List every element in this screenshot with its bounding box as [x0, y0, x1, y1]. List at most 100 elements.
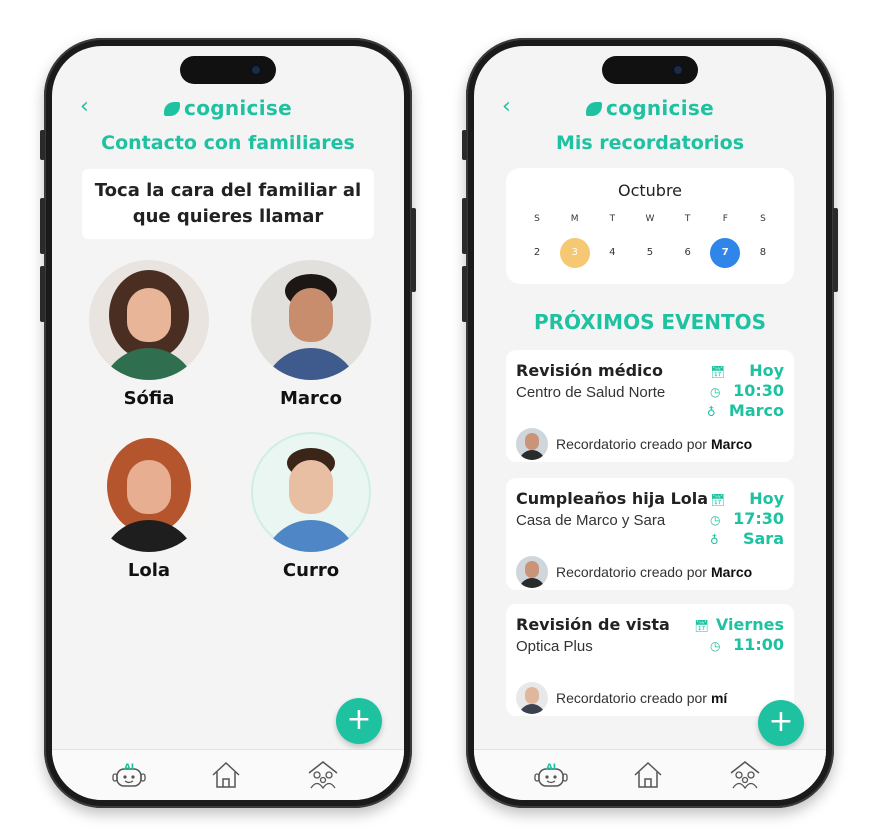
calendar-date[interactable]: 6 — [673, 238, 703, 268]
event-time: 17:30 — [733, 509, 784, 528]
contact-name: Lola — [127, 560, 171, 581]
weekday-label: F — [722, 214, 728, 224]
event-day: Hoy — [749, 489, 784, 508]
volume-down-button — [462, 266, 467, 322]
leaf-icon — [586, 102, 603, 116]
brand-name: cognicise — [184, 96, 292, 120]
event-card[interactable]: Revisión de vista Optica Plus 📅︎ Viernes … — [506, 604, 794, 716]
home-icon[interactable] — [631, 760, 665, 790]
phone-frame-right: ‹ cognicise Mis recordatorios Octubre S … — [462, 38, 838, 808]
event-day: Viernes — [715, 615, 784, 634]
event-time: 11:00 — [733, 635, 784, 654]
event-title: Cumpleaños hija Lola — [516, 489, 709, 508]
weekday-label: T — [684, 214, 691, 224]
event-creator: Recordatorio creado por Marco — [516, 428, 752, 460]
instruction-line-2: que quieres llamar — [132, 206, 324, 227]
contact-marco[interactable]: Marco — [250, 260, 372, 409]
clock-icon: ◷ — [710, 513, 721, 527]
weekday-label: S — [760, 214, 766, 224]
event-creator: Recordatorio creado por Marco — [516, 556, 752, 588]
contact-sofia[interactable]: Sófia — [88, 260, 210, 409]
volume-down-button — [40, 266, 45, 322]
volume-up-button — [462, 198, 467, 254]
creator-prefix: Recordatorio creado por — [556, 436, 707, 452]
event-card[interactable]: Revisión médico Centro de Salud Norte 📅︎… — [506, 350, 794, 462]
phone-frame-left: ‹ cognicise Contacto con familiares Toca… — [40, 38, 416, 808]
creator-name: Marco — [710, 564, 753, 580]
calendar-date[interactable]: 5 — [635, 238, 665, 268]
event-meta: 📅︎ Hoy ◷ 17:30 ♁ Sara — [710, 489, 784, 549]
calendar-icon: 📅︎ — [693, 619, 710, 633]
screen-contacts: ‹ cognicise Contacto con familiares Toca… — [52, 46, 404, 800]
contact-name: Curro — [282, 560, 340, 581]
weekday-label: W — [645, 214, 655, 224]
calendar-weekdays: S M T W T F S — [522, 212, 778, 226]
contact-avatar[interactable] — [89, 260, 209, 380]
creator-name: Marco — [710, 436, 753, 452]
contact-avatar[interactable] — [251, 432, 371, 552]
event-with: Marco — [728, 401, 784, 420]
home-icon[interactable] — [209, 760, 243, 790]
calendar-month: Octubre — [617, 181, 683, 200]
event-creator: Recordatorio creado por mí — [516, 682, 727, 714]
add-button[interactable]: + — [336, 698, 382, 744]
contact-lola[interactable]: Lola — [88, 432, 210, 581]
robot-ai-icon[interactable]: AI — [112, 760, 146, 790]
side-button — [40, 130, 45, 160]
instruction-line-1: Toca la cara del familiar al — [94, 180, 362, 201]
creator-name: mí — [710, 690, 728, 706]
event-place: Centro de Salud Norte — [516, 384, 666, 401]
contact-avatar[interactable] — [251, 260, 371, 380]
robot-ai-icon[interactable]: AI — [534, 760, 568, 790]
family-house-icon[interactable] — [728, 760, 762, 790]
calendar-date-today[interactable]: 3 — [559, 238, 590, 268]
clock-icon: ◷ — [710, 385, 721, 399]
leaf-icon — [164, 102, 181, 116]
brand-name: cognicise — [606, 96, 714, 120]
calendar-icon: 📅︎ — [710, 493, 726, 507]
brand-logo: cognicise — [52, 96, 404, 120]
upcoming-events-title: PRÓXIMOS EVENTOS — [533, 310, 767, 334]
instruction-card: Toca la cara del familiar al que quieres… — [82, 169, 374, 239]
contact-avatar[interactable] — [89, 432, 209, 552]
dynamic-island — [602, 56, 698, 84]
people-icon: ♁ — [706, 405, 716, 419]
ai-label: AI — [124, 763, 134, 773]
volume-up-button — [40, 198, 45, 254]
brand-logo: cognicise — [474, 96, 826, 120]
people-icon: ♁ — [710, 533, 719, 547]
event-time: 10:30 — [733, 381, 784, 400]
calendar-date-selected[interactable]: 7 — [710, 238, 741, 268]
screen-reminders: ‹ cognicise Mis recordatorios Octubre S … — [474, 46, 826, 800]
event-place: Casa de Marco y Sara — [516, 512, 666, 529]
add-reminder-button[interactable]: + — [758, 700, 804, 746]
event-card[interactable]: Cumpleaños hija Lola Casa de Marco y Sar… — [506, 478, 794, 590]
creator-prefix: Recordatorio creado por — [556, 690, 707, 706]
calendar-date[interactable]: 8 — [748, 238, 778, 268]
contact-curro[interactable]: Curro — [250, 432, 372, 581]
calendar-card: Octubre S M T W T F S 2 3 4 5 6 7 8 — [506, 168, 794, 284]
event-title: Revisión médico — [516, 361, 663, 380]
calendar-date[interactable]: 4 — [597, 238, 627, 268]
calendar-date[interactable]: 2 — [522, 238, 552, 268]
event-place: Optica Plus — [516, 638, 593, 655]
weekday-label: M — [570, 214, 579, 224]
creator-avatar — [516, 556, 548, 588]
page-title: Contacto con familiares — [101, 132, 355, 154]
camera-icon — [250, 64, 262, 76]
tab-bar: AI — [52, 749, 404, 800]
event-meta: 📅︎ Hoy ◷ 10:30 ♁ Marco — [707, 361, 784, 421]
creator-prefix: Recordatorio creado por — [556, 564, 707, 580]
event-with: Sara — [742, 529, 784, 548]
dynamic-island — [180, 56, 276, 84]
calendar-dates: 2 3 4 5 6 7 8 — [522, 238, 778, 268]
camera-icon — [672, 64, 684, 76]
family-house-icon[interactable] — [306, 760, 340, 790]
power-button — [411, 208, 416, 292]
clock-icon: ◷ — [710, 639, 721, 653]
event-title: Revisión de vista — [516, 615, 670, 634]
contact-name: Marco — [280, 388, 342, 409]
weekday-label: S — [534, 214, 540, 224]
calendar-icon: 📅︎ — [710, 365, 726, 379]
creator-avatar — [516, 428, 548, 460]
